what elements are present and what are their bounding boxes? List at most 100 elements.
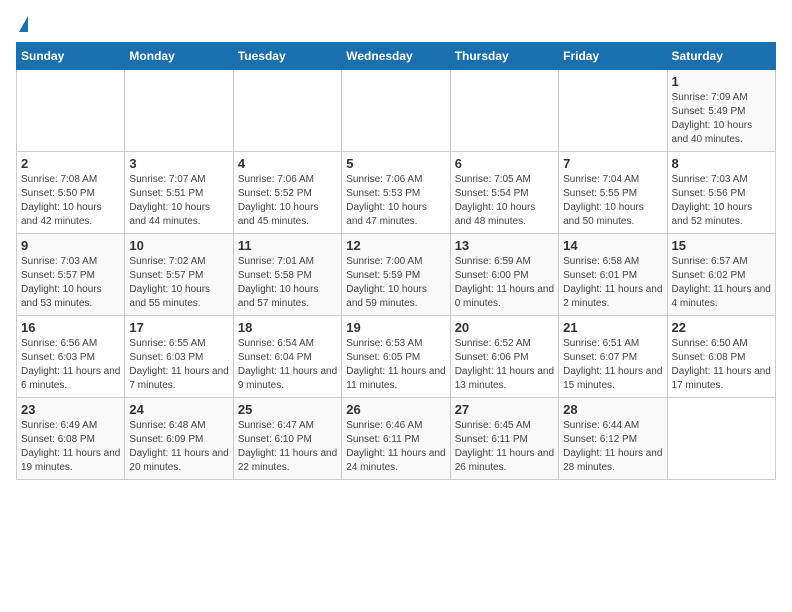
- calendar-cell: 22Sunrise: 6:50 AM Sunset: 6:08 PM Dayli…: [667, 316, 775, 398]
- day-info: Sunrise: 6:46 AM Sunset: 6:11 PM Dayligh…: [346, 419, 445, 475]
- day-info: Sunrise: 6:45 AM Sunset: 6:11 PM Dayligh…: [455, 419, 554, 475]
- day-info: Sunrise: 6:58 AM Sunset: 6:01 PM Dayligh…: [563, 255, 662, 311]
- calendar-header-row: SundayMondayTuesdayWednesdayThursdayFrid…: [17, 43, 776, 70]
- calendar-cell: [233, 70, 341, 152]
- calendar-cell: 12 Sunrise: 7:00 AM Sunset: 5:59 PM Dayli…: [342, 234, 450, 316]
- calendar-cell: [450, 70, 558, 152]
- day-number: 9: [21, 238, 120, 253]
- day-info: Sunrise: 7:09 AM Sunset: 5:49 PM Dayligh…: [672, 91, 771, 147]
- calendar-cell: 23 Sunrise: 6:49 AM Sunset: 6:08 PM Dayli…: [17, 398, 125, 480]
- day-number: 21: [563, 320, 662, 335]
- calendar-cell: 4 Sunrise: 7:06 AM Sunset: 5:52 PM Daylig…: [233, 152, 341, 234]
- day-info: Sunrise: 7:02 AM Sunset: 5:57 PM Dayligh…: [129, 255, 228, 311]
- day-info: Sunrise: 6:44 AM Sunset: 6:12 PM Dayligh…: [563, 419, 662, 475]
- day-number: 8: [672, 156, 771, 171]
- day-number: 13: [455, 238, 554, 253]
- calendar-week-row: 1 Sunrise: 7:09 AM Sunset: 5:49 PM Daylig…: [17, 70, 776, 152]
- calendar-week-row: 16 Sunrise: 6:56 AM Sunset: 6:03 PM Dayli…: [17, 316, 776, 398]
- logo: [16, 16, 28, 34]
- day-info: Sunrise: 7:03 AM Sunset: 5:56 PM Dayligh…: [672, 173, 771, 229]
- calendar-cell: 26 Sunrise: 6:46 AM Sunset: 6:11 PM Dayli…: [342, 398, 450, 480]
- calendar-cell: [17, 70, 125, 152]
- calendar-cell: [342, 70, 450, 152]
- calendar-cell: 18 Sunrise: 6:54 AM Sunset: 6:04 PM Dayli…: [233, 316, 341, 398]
- calendar-cell: [667, 398, 775, 480]
- calendar-cell: 17Sunrise: 6:55 AM Sunset: 6:03 PM Dayli…: [125, 316, 233, 398]
- day-number: 28: [563, 402, 662, 417]
- day-number: 2: [21, 156, 120, 171]
- calendar-cell: [125, 70, 233, 152]
- weekday-header-wednesday: Wednesday: [342, 43, 450, 70]
- weekday-header-tuesday: Tuesday: [233, 43, 341, 70]
- calendar-cell: 8 Sunrise: 7:03 AM Sunset: 5:56 PM Daylig…: [667, 152, 775, 234]
- calendar-cell: 24 Sunrise: 6:48 AM Sunset: 6:09 PM Dayli…: [125, 398, 233, 480]
- calendar-cell: 27 Sunrise: 6:45 AM Sunset: 6:11 PM Dayli…: [450, 398, 558, 480]
- calendar-cell: 25 Sunrise: 6:47 AM Sunset: 6:10 PM Dayli…: [233, 398, 341, 480]
- calendar-cell: 16 Sunrise: 6:56 AM Sunset: 6:03 PM Dayli…: [17, 316, 125, 398]
- day-info: Sunrise: 6:52 AM Sunset: 6:06 PM Dayligh…: [455, 337, 554, 393]
- day-info: Sunrise: 6:56 AM Sunset: 6:03 PM Dayligh…: [21, 337, 120, 393]
- calendar-cell: 2 Sunrise: 7:08 AM Sunset: 5:50 PM Daylig…: [17, 152, 125, 234]
- day-info: Sunrise: 7:06 AM Sunset: 5:52 PM Dayligh…: [238, 173, 337, 229]
- day-number: 1: [672, 74, 771, 89]
- day-number: 15: [672, 238, 771, 253]
- calendar-cell: 10 Sunrise: 7:02 AM Sunset: 5:57 PM Dayli…: [125, 234, 233, 316]
- day-number: 27: [455, 402, 554, 417]
- calendar-cell: 20 Sunrise: 6:52 AM Sunset: 6:06 PM Dayli…: [450, 316, 558, 398]
- calendar-cell: 28 Sunrise: 6:44 AM Sunset: 6:12 PM Dayli…: [559, 398, 667, 480]
- day-number: 12: [346, 238, 445, 253]
- day-number: 4: [238, 156, 337, 171]
- day-number: 6: [455, 156, 554, 171]
- day-info: Sunrise: 6:57 AM Sunset: 6:02 PM Dayligh…: [672, 255, 771, 311]
- day-info: Sunrise: 7:00 AM Sunset: 5:59 PM Dayligh…: [346, 255, 445, 311]
- day-number: 20: [455, 320, 554, 335]
- calendar-cell: 15 Sunrise: 6:57 AM Sunset: 6:02 PM Dayli…: [667, 234, 775, 316]
- day-number: 5: [346, 156, 445, 171]
- day-info: Sunrise: 6:51 AM Sunset: 6:07 PM Dayligh…: [563, 337, 662, 393]
- day-number: 16: [21, 320, 120, 335]
- calendar-cell: 7 Sunrise: 7:04 AM Sunset: 5:55 PM Daylig…: [559, 152, 667, 234]
- day-number: 19: [346, 320, 445, 335]
- day-number: 18: [238, 320, 337, 335]
- calendar-cell: 9 Sunrise: 7:03 AM Sunset: 5:57 PM Daylig…: [17, 234, 125, 316]
- weekday-header-thursday: Thursday: [450, 43, 558, 70]
- calendar-cell: 1 Sunrise: 7:09 AM Sunset: 5:49 PM Daylig…: [667, 70, 775, 152]
- day-info: Sunrise: 6:47 AM Sunset: 6:10 PM Dayligh…: [238, 419, 337, 475]
- weekday-header-monday: Monday: [125, 43, 233, 70]
- day-info: Sunrise: 6:48 AM Sunset: 6:09 PM Dayligh…: [129, 419, 228, 475]
- calendar-cell: 6 Sunrise: 7:05 AM Sunset: 5:54 PM Daylig…: [450, 152, 558, 234]
- day-info: Sunrise: 6:55 AM Sunset: 6:03 PM Dayligh…: [129, 337, 228, 393]
- calendar-week-row: 23 Sunrise: 6:49 AM Sunset: 6:08 PM Dayli…: [17, 398, 776, 480]
- day-info: Sunrise: 7:08 AM Sunset: 5:50 PM Dayligh…: [21, 173, 120, 229]
- calendar-cell: [559, 70, 667, 152]
- day-number: 26: [346, 402, 445, 417]
- day-info: Sunrise: 6:54 AM Sunset: 6:04 PM Dayligh…: [238, 337, 337, 393]
- day-info: Sunrise: 6:59 AM Sunset: 6:00 PM Dayligh…: [455, 255, 554, 311]
- day-number: 25: [238, 402, 337, 417]
- logo-triangle-icon: [19, 16, 28, 32]
- day-info: Sunrise: 7:07 AM Sunset: 5:51 PM Dayligh…: [129, 173, 228, 229]
- page-header: [16, 16, 776, 34]
- day-info: Sunrise: 7:04 AM Sunset: 5:55 PM Dayligh…: [563, 173, 662, 229]
- day-number: 23: [21, 402, 120, 417]
- day-number: 22: [672, 320, 771, 335]
- calendar-cell: 11 Sunrise: 7:01 AM Sunset: 5:58 PM Dayli…: [233, 234, 341, 316]
- day-info: Sunrise: 7:01 AM Sunset: 5:58 PM Dayligh…: [238, 255, 337, 311]
- calendar-table: SundayMondayTuesdayWednesdayThursdayFrid…: [16, 42, 776, 480]
- day-info: Sunrise: 6:53 AM Sunset: 6:05 PM Dayligh…: [346, 337, 445, 393]
- calendar-cell: 21 Sunrise: 6:51 AM Sunset: 6:07 PM Dayli…: [559, 316, 667, 398]
- day-number: 10: [129, 238, 228, 253]
- weekday-header-saturday: Saturday: [667, 43, 775, 70]
- calendar-cell: 5Sunrise: 7:06 AM Sunset: 5:53 PM Daylig…: [342, 152, 450, 234]
- day-number: 7: [563, 156, 662, 171]
- day-number: 11: [238, 238, 337, 253]
- day-info: Sunrise: 7:05 AM Sunset: 5:54 PM Dayligh…: [455, 173, 554, 229]
- calendar-cell: 14Sunrise: 6:58 AM Sunset: 6:01 PM Dayli…: [559, 234, 667, 316]
- day-number: 3: [129, 156, 228, 171]
- calendar-cell: 3 Sunrise: 7:07 AM Sunset: 5:51 PM Daylig…: [125, 152, 233, 234]
- day-info: Sunrise: 6:49 AM Sunset: 6:08 PM Dayligh…: [21, 419, 120, 475]
- calendar-cell: 19 Sunrise: 6:53 AM Sunset: 6:05 PM Dayli…: [342, 316, 450, 398]
- day-info: Sunrise: 7:03 AM Sunset: 5:57 PM Dayligh…: [21, 255, 120, 311]
- weekday-header-sunday: Sunday: [17, 43, 125, 70]
- day-number: 24: [129, 402, 228, 417]
